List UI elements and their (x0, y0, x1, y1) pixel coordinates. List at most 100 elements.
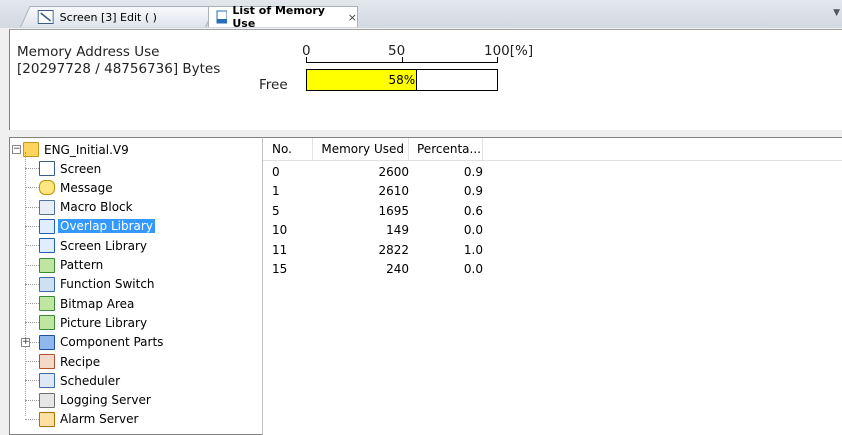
tree-item-label: Screen Library (60, 238, 148, 253)
screen-library-icon (39, 238, 55, 254)
scale-tick-mid (402, 57, 403, 63)
table-row[interactable]: 10 149 0.0 (263, 221, 493, 240)
picture-library-icon (39, 315, 55, 331)
tree-item-label: Bitmap Area (60, 296, 135, 311)
cell-memory-used: 2600 (378, 164, 409, 179)
column-header-memory-used[interactable]: Memory Used (313, 138, 409, 160)
tree-item-label: Pattern (60, 258, 104, 272)
cell-percentage: 0.6 (463, 203, 483, 218)
tree-branch-line (25, 206, 39, 208)
tree-item-label: Message (60, 180, 113, 195)
tree-item-label: Scheduler (60, 373, 121, 388)
tab-screen-label: Screen [3] Edit ( ) (59, 10, 157, 24)
table-row[interactable]: 5 1695 0.6 (263, 201, 493, 220)
tree-root[interactable]: − ENG_Initial.V9 (12, 140, 131, 159)
tree-item-label: Alarm Server (60, 412, 139, 427)
cell-percentage: 1.0 (463, 242, 483, 257)
tree-item-label: Macro Block (60, 200, 133, 215)
tree-item-picture-library[interactable]: Picture Library (39, 313, 149, 332)
tree-item-component-parts[interactable]: Component Parts (39, 333, 165, 352)
cell-percentage: 0.0 (463, 262, 483, 276)
tree-branch-line (25, 225, 39, 227)
cell-percentage: 0.9 (463, 184, 483, 198)
list-header: No. Memory Used Percenta... (263, 138, 842, 161)
expand-icon[interactable]: + (21, 337, 30, 347)
alarm-server-icon (39, 411, 55, 427)
component-parts-icon (39, 334, 55, 350)
tree-branch-line (25, 245, 39, 247)
screen-icon (37, 10, 54, 24)
tab-strip: Screen [3] Edit ( ) List of Memory Use ×… (0, 0, 842, 30)
tree-item-scheduler[interactable]: Scheduler (39, 371, 122, 390)
pattern-icon (39, 257, 55, 273)
macro-block-icon (39, 199, 55, 215)
table-row[interactable]: 0 2600 0.9 (263, 162, 493, 181)
tree-item-screen-library[interactable]: Screen Library (39, 236, 149, 255)
cell-memory-used: 2610 (378, 184, 409, 198)
tab-screen-edit[interactable]: Screen [3] Edit ( ) (20, 6, 216, 27)
tree-item-alarm-server[interactable]: Alarm Server (39, 410, 140, 429)
collapse-icon[interactable]: − (12, 145, 21, 154)
memory-usage-percent: 58% (388, 73, 416, 87)
message-icon (39, 180, 55, 196)
tree-item-label: Function Switch (60, 277, 155, 292)
logging-server-icon (39, 392, 55, 408)
chevron-down-icon[interactable]: ▼ (833, 8, 840, 18)
tree-branch-line (25, 322, 39, 324)
memory-usage-bar: 58% (306, 69, 498, 91)
tree-branch-line (25, 361, 39, 362)
tree-item-logging-server[interactable]: Logging Server (39, 391, 153, 410)
tree-branch-line (25, 380, 39, 382)
tree-item-label: Screen (60, 161, 102, 176)
free-label: Free (259, 77, 288, 93)
tree-item-bitmap-area[interactable]: Bitmap Area (39, 294, 136, 313)
tree-branch-line (25, 168, 39, 169)
table-row[interactable]: 1 2610 0.9 (263, 182, 493, 201)
tree-branch-line (25, 264, 39, 266)
tree-item-label: Logging Server (60, 393, 151, 408)
tree-item-overlap-library[interactable]: Overlap Library (39, 217, 155, 236)
screen-icon (39, 161, 55, 176)
memory-list-icon (216, 10, 228, 24)
scheduler-icon (39, 373, 55, 389)
tree-branch-line (25, 303, 39, 305)
tree-item-recipe[interactable]: Recipe (39, 352, 102, 371)
tree-item-pattern[interactable]: Pattern (39, 256, 105, 275)
scale-label-max: 100[%] (484, 43, 534, 59)
tab-memory-use[interactable]: List of Memory Use × (208, 4, 358, 30)
tab-memory-label: List of Memory Use (232, 4, 325, 30)
tree-item-label: Component Parts (60, 335, 164, 350)
tree-item-message[interactable]: Message (39, 178, 115, 197)
tree-branch-line (25, 283, 39, 285)
tree-root-label: ENG_Initial.V9 (44, 142, 129, 157)
bitmap-area-icon (39, 296, 55, 312)
tree-branch-line (25, 187, 39, 189)
cell-memory-used: 240 (386, 262, 409, 276)
tree-item-label: Picture Library (60, 315, 148, 330)
tree-item-screen[interactable]: Screen (39, 159, 103, 178)
memory-bytes: [20297728 / 48756736] Bytes (17, 61, 221, 77)
function-switch-icon (39, 276, 55, 292)
cell-percentage: 0.0 (463, 223, 483, 237)
close-icon[interactable]: × (348, 11, 357, 24)
table-row[interactable]: 15 240 0.0 (263, 260, 493, 279)
memory-title: Memory Address Use (17, 44, 160, 60)
recipe-icon (39, 354, 55, 369)
tree-item-macro-block[interactable]: Macro Block (39, 198, 135, 217)
tree-item-function-switch[interactable]: Function Switch (39, 275, 157, 294)
tree-branch-line (25, 399, 39, 401)
project-tree: − ENG_Initial.V9 Screen Message Macro Block O… (9, 137, 262, 435)
column-header-no[interactable]: No. (263, 138, 313, 160)
cell-percentage: 0.9 (463, 164, 483, 179)
tree-item-label: Recipe (60, 354, 101, 369)
tree-branch-line (25, 418, 39, 420)
cell-memory-used: 1695 (378, 203, 409, 218)
scale-tick-max (497, 57, 498, 63)
overlap-library-icon (39, 218, 55, 234)
scale-tick-zero (306, 57, 307, 63)
table-row[interactable]: 11 2822 1.0 (263, 240, 493, 259)
tree-item-label: Overlap Library (58, 219, 155, 234)
column-header-percentage[interactable]: Percenta... (409, 138, 483, 160)
cell-memory-used: 149 (386, 223, 409, 237)
cell-memory-used: 2822 (378, 242, 409, 257)
